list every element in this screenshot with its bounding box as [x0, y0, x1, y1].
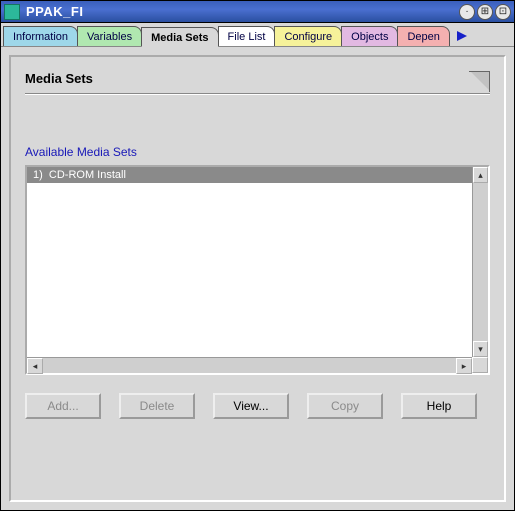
tab-bar: Information Variables Media Sets File Li…	[1, 23, 514, 47]
window-buttons: · ⊞ ⊡	[459, 4, 511, 20]
minimize-button[interactable]: ·	[459, 4, 475, 20]
scroll-corner	[472, 357, 488, 373]
window-title: PPAK_FI	[26, 4, 459, 19]
tab-configure[interactable]: Configure	[274, 26, 342, 46]
add-button[interactable]: Add...	[25, 393, 101, 419]
tab-variables[interactable]: Variables	[77, 26, 142, 46]
page-dogear-icon[interactable]	[468, 71, 490, 93]
available-media-sets-label: Available Media Sets	[25, 145, 490, 159]
tab-dependencies[interactable]: Depen	[397, 26, 449, 46]
tab-information[interactable]: Information	[3, 26, 78, 46]
tab-file-list[interactable]: File List	[218, 26, 276, 46]
view-button[interactable]: View...	[213, 393, 289, 419]
window: PPAK_FI · ⊞ ⊡ Information Variables Medi…	[0, 0, 515, 511]
button-row: Add... Delete View... Copy Help	[25, 393, 490, 419]
scroll-down-button[interactable]: ▾	[473, 341, 488, 357]
vertical-scrollbar[interactable]: ▴ ▾	[472, 167, 488, 357]
list-item-label: CD-ROM Install	[49, 169, 126, 181]
scroll-right-button[interactable]: ▸	[456, 358, 472, 374]
list-item-index: 1)	[33, 169, 43, 181]
panel-title: Media Sets	[25, 71, 93, 86]
scroll-left-button[interactable]: ◂	[27, 358, 43, 374]
list-item[interactable]: 1) CD-ROM Install	[27, 167, 472, 183]
scroll-up-button[interactable]: ▴	[473, 167, 488, 183]
delete-button[interactable]: Delete	[119, 393, 195, 419]
horizontal-scrollbar[interactable]: ◂ ▸	[27, 357, 472, 373]
content-area: Media Sets Available Media Sets 1) CD-RO…	[1, 47, 514, 510]
copy-button[interactable]: Copy	[307, 393, 383, 419]
arrow-right-icon	[455, 29, 469, 43]
close-button[interactable]: ⊡	[495, 4, 511, 20]
list-content[interactable]: 1) CD-ROM Install	[27, 167, 472, 357]
tab-scroll-right[interactable]	[453, 27, 471, 45]
panel-divider	[25, 93, 490, 95]
app-icon	[4, 4, 20, 20]
media-sets-panel: Media Sets Available Media Sets 1) CD-RO…	[9, 55, 506, 502]
tab-objects[interactable]: Objects	[341, 26, 398, 46]
maximize-button[interactable]: ⊞	[477, 4, 493, 20]
tab-media-sets[interactable]: Media Sets	[141, 27, 218, 47]
titlebar: PPAK_FI · ⊞ ⊡	[1, 1, 514, 23]
help-button[interactable]: Help	[401, 393, 477, 419]
hscroll-track[interactable]	[43, 358, 456, 373]
vscroll-track[interactable]	[473, 183, 488, 341]
media-sets-list: 1) CD-ROM Install ▴ ▾ ◂ ▸	[25, 165, 490, 375]
